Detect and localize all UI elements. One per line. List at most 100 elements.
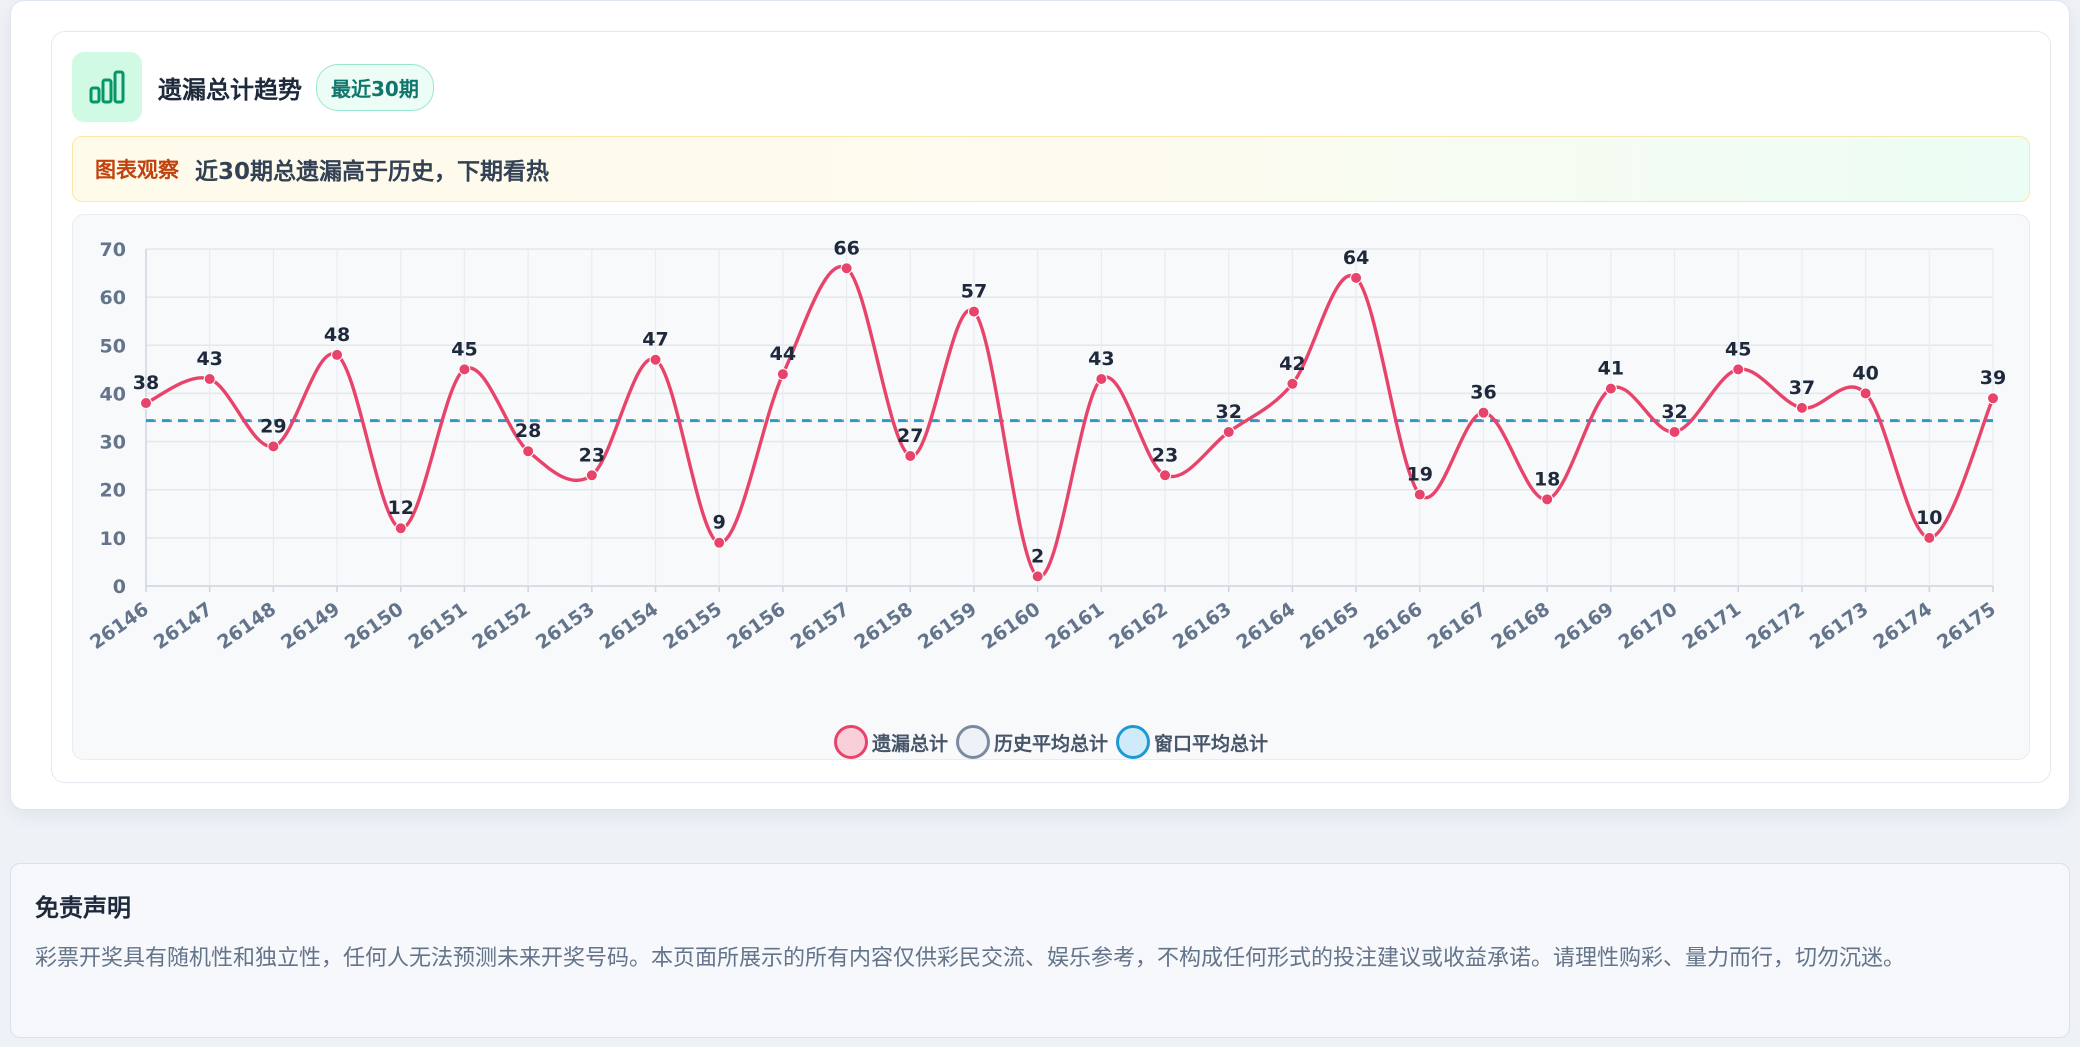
data-point <box>1604 382 1617 395</box>
data-point <box>140 397 152 410</box>
data-label: 45 <box>1725 338 1751 360</box>
x-tick-label: 26147 <box>150 598 217 654</box>
x-tick-label: 26174 <box>1869 598 1936 654</box>
disclaimer-title: 免责声明 <box>35 894 131 922</box>
y-tick-label: 30 <box>100 432 126 454</box>
data-point <box>1477 406 1490 419</box>
data-label: 42 <box>1279 353 1305 375</box>
data-label: 64 <box>1343 247 1369 269</box>
trend-card: 遗漏总计趋势 最近30期 图表观察 近30期总遗漏高于历史，下期看热 0 10 20… <box>10 0 2070 810</box>
insight-banner: 图表观察 近30期总遗漏高于历史，下期看热 <box>72 136 2030 202</box>
plot-panel: 0 10 20 30 40 50 60 70 26146 26147 26148 26149 26150… <box>72 214 2030 760</box>
data-point <box>1668 425 1681 438</box>
data-label: 45 <box>451 338 477 360</box>
x-tick-label: 26172 <box>1742 598 1809 654</box>
x-tick-label: 26163 <box>1169 598 1236 654</box>
x-tick-label: 26154 <box>596 598 663 654</box>
data-point <box>458 363 471 376</box>
x-tick-label: 26153 <box>532 598 599 654</box>
data-point <box>331 348 344 361</box>
data-label: 12 <box>388 497 414 519</box>
data-label: 29 <box>260 415 286 437</box>
x-tick-label: 26171 <box>1678 598 1745 654</box>
x-tick-label: 26166 <box>1360 598 1427 654</box>
x-tick-label: 26156 <box>723 598 790 654</box>
chart-legend: 遗漏总计 历史平均总计 窗口平均总计 <box>73 725 2029 759</box>
x-tick-label: 26162 <box>1105 598 1172 654</box>
legend-swatch-missing-total <box>833 725 868 759</box>
y-tick-label: 10 <box>100 528 126 550</box>
legend-label: 历史平均总计 <box>993 732 1108 755</box>
data-point <box>1987 392 1999 405</box>
x-tick-label: 26169 <box>1551 598 1618 654</box>
x-tick-label: 26148 <box>213 598 280 654</box>
legend-item-history-avg[interactable]: 历史平均总计 <box>955 725 1108 759</box>
x-tick-label: 26168 <box>1487 598 1554 654</box>
y-tick-label: 20 <box>100 480 126 502</box>
data-label: 66 <box>833 237 859 259</box>
line-chart: 0 10 20 30 40 50 60 70 2614626147261482614926150… <box>86 237 2006 654</box>
data-label: 38 <box>133 372 159 394</box>
legend-swatch-window-avg <box>1116 725 1150 759</box>
data-point <box>1159 469 1172 482</box>
insight-label: 图表观察 <box>95 158 179 182</box>
data-point <box>904 450 917 463</box>
data-point <box>203 372 216 385</box>
card-header: 遗漏总计趋势 最近30期 <box>72 52 434 122</box>
data-label: 43 <box>1088 348 1114 370</box>
x-tick-label: 26160 <box>978 598 1045 654</box>
x-tick-label: 26150 <box>341 598 408 654</box>
data-label: 43 <box>196 348 222 370</box>
x-tick-label: 26170 <box>1615 598 1682 654</box>
period-badge: 最近30期 <box>316 63 434 111</box>
data-label: 47 <box>642 329 668 351</box>
data-point <box>1350 271 1363 284</box>
x-tick-label: 26157 <box>787 598 854 654</box>
x-tick-label: 26158 <box>850 598 917 654</box>
data-point <box>840 262 853 275</box>
y-tick-label: 70 <box>100 239 126 261</box>
data-label: 2 <box>1031 545 1044 567</box>
data-point <box>1095 372 1108 385</box>
x-tick-label: 26165 <box>1296 598 1363 654</box>
y-tick-label: 60 <box>100 287 126 309</box>
data-label: 44 <box>770 343 796 365</box>
data-point <box>267 440 280 453</box>
data-label: 23 <box>1152 444 1178 466</box>
data-point <box>1923 531 1936 544</box>
data-label: 40 <box>1852 362 1878 384</box>
data-label: 32 <box>1661 401 1687 423</box>
data-label: 19 <box>1407 464 1433 486</box>
legend-item-missing-total[interactable]: 遗漏总计 <box>833 725 948 759</box>
x-tick-label: 26161 <box>1041 598 1108 654</box>
legend-label: 遗漏总计 <box>871 732 948 755</box>
data-label: 37 <box>1789 377 1815 399</box>
data-label: 32 <box>1215 401 1241 423</box>
data-label: 41 <box>1598 358 1624 380</box>
data-label: 39 <box>1980 367 2006 389</box>
card-title: 遗漏总计趋势 <box>158 75 302 104</box>
data-point <box>1732 363 1745 376</box>
data-point <box>1286 377 1299 390</box>
y-tick-label: 40 <box>100 383 126 405</box>
insight-text: 近30期总遗漏高于历史，下期看热 <box>195 159 550 185</box>
data-point <box>585 469 598 482</box>
data-label: 18 <box>1534 468 1560 490</box>
x-tick-label: 26173 <box>1806 598 1873 654</box>
data-point <box>394 522 407 535</box>
data-point <box>1541 493 1554 506</box>
data-label: 9 <box>713 512 726 534</box>
data-point <box>1413 488 1426 501</box>
data-point <box>967 305 980 318</box>
y-tick-label: 50 <box>100 335 126 357</box>
x-tick-label: 26146 <box>86 598 153 654</box>
x-tick-label: 26149 <box>277 598 344 654</box>
x-tick-label: 26175 <box>1933 598 2000 654</box>
data-label: 27 <box>897 425 923 447</box>
x-tick-label: 26159 <box>914 598 981 654</box>
x-tick-label: 26152 <box>468 598 535 654</box>
legend-item-window-avg[interactable]: 窗口平均总计 <box>1116 725 1268 759</box>
data-point <box>522 445 535 458</box>
x-tick-label: 26155 <box>659 598 726 654</box>
data-point <box>1031 570 1044 583</box>
